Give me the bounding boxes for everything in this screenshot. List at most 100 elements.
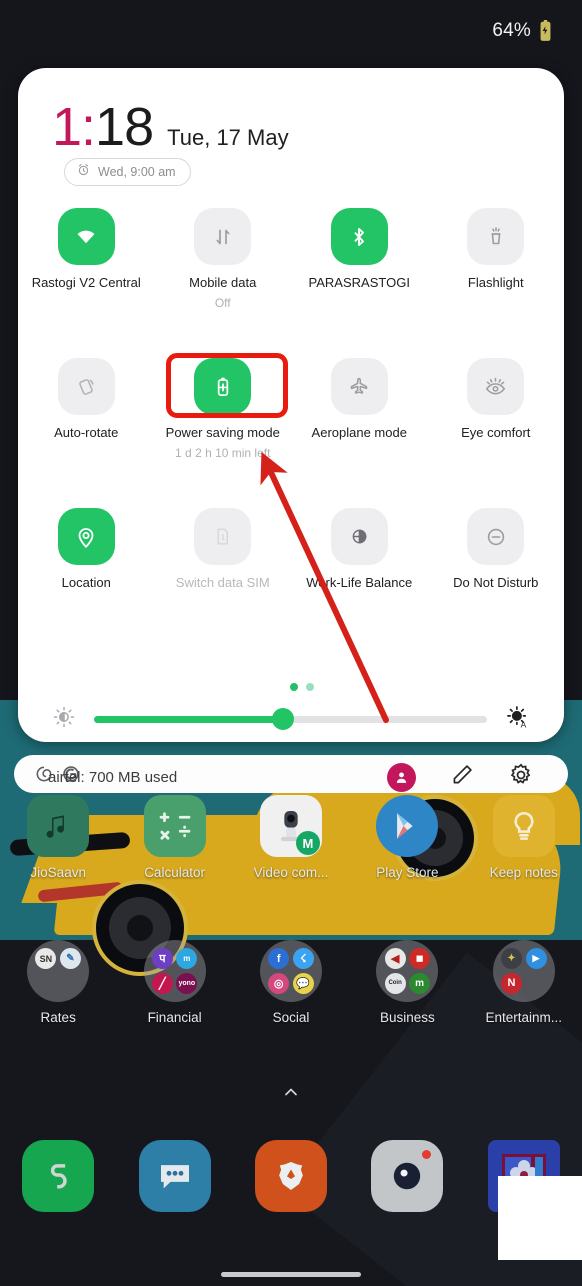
tile-label: Rastogi V2 Central	[31, 275, 141, 290]
keep-notes-icon[interactable]	[492, 795, 555, 857]
tile-label: Flashlight	[467, 275, 524, 290]
messages-icon[interactable]	[138, 1140, 211, 1212]
home-folder-entertainment[interactable]: ✦ ▶ N Entertainm...	[466, 940, 582, 1025]
tile-aeroplane-mode[interactable]: Aeroplane mode	[291, 358, 428, 460]
home-app-label: Keep notes	[489, 865, 558, 880]
quick-settings-panel: 1:18 Tue, 17 May Wed, 9:00 am Rastogi V2…	[18, 68, 565, 792]
tile-row-3: Location Switch data SIM Work-Life Balan…	[18, 508, 564, 591]
white-overlay-patch	[498, 1176, 582, 1260]
brave-browser-icon[interactable]	[254, 1140, 327, 1212]
tile-label: Aeroplane mode	[311, 425, 407, 440]
tile-flashlight[interactable]: Flashlight	[428, 208, 565, 310]
home-app-play-store[interactable]: Play Store	[349, 795, 465, 880]
settings-button[interactable]	[508, 762, 534, 793]
home-folder-label: Rates	[40, 1010, 76, 1025]
chevron-up-icon[interactable]	[276, 1082, 306, 1102]
dock-item-camera[interactable]	[349, 1140, 465, 1212]
tile-label: Location	[61, 575, 111, 590]
tile-sublabel: 1 d 2 h 10 min left	[175, 446, 271, 461]
folder-icon[interactable]: ◀ ◼ Coin m	[376, 940, 439, 1002]
home-app-video-com[interactable]: M Video com...	[233, 795, 349, 880]
brightness-auto-icon[interactable]: A	[505, 704, 530, 734]
tile-do-not-disturb[interactable]: Do Not Disturb	[428, 508, 565, 591]
folder-icon[interactable]: f ☇ ◎ 💬	[259, 940, 322, 1002]
tile-power-saving-mode[interactable]: Power saving mode 1 d 2 h 10 min left	[155, 358, 292, 460]
video-camera-icon[interactable]: M	[259, 795, 322, 857]
tile-location[interactable]: Location	[18, 508, 155, 591]
tile-parasrastogi[interactable]: PARASRASTOGI	[291, 208, 428, 310]
dock-item-phone[interactable]	[0, 1140, 116, 1212]
phone-icon[interactable]	[22, 1140, 95, 1212]
page-dot-inactive[interactable]	[306, 683, 314, 691]
tile-sublabel: Off	[214, 296, 231, 311]
battery-charging-saver-icon	[537, 19, 554, 43]
home-app-keep-notes[interactable]: Keep notes	[466, 795, 582, 880]
brightness-low-icon[interactable]	[52, 705, 76, 734]
edit-button[interactable]	[449, 762, 475, 793]
folder-icon[interactable]: ✦ ▶ N	[492, 940, 555, 1002]
tile-row-1: Rastogi V2 Central Mobile data Off PARAS…	[18, 208, 564, 310]
home-folder-social[interactable]: f ☇ ◎ 💬 Social	[233, 940, 349, 1025]
mobile-data-icon[interactable]	[194, 208, 252, 265]
qs-page-indicator[interactable]	[290, 683, 314, 691]
home-app-label: Play Store	[376, 865, 439, 880]
home-app-calculator[interactable]: Calculator	[116, 795, 232, 880]
tile-work-life-balance[interactable]: Work-Life Balance	[291, 508, 428, 591]
battery-saver-icon[interactable]	[194, 358, 252, 415]
home-folder-business[interactable]: ◀ ◼ Coin m Business	[349, 940, 465, 1025]
play-store-icon[interactable]	[376, 795, 439, 857]
auto-rotate-icon[interactable]	[57, 358, 115, 415]
dock-item-brave[interactable]	[233, 1140, 349, 1212]
flashlight-icon[interactable]	[467, 208, 525, 265]
tile-label: Eye comfort	[461, 425, 531, 440]
home-app-label: JioSaavn	[30, 865, 86, 880]
tile-label: Work-Life Balance	[306, 575, 413, 590]
qs-footer: airtel: 700 MB used	[48, 762, 534, 793]
location-pin-icon[interactable]	[57, 508, 115, 565]
qs-footer-actions	[387, 762, 534, 793]
home-folder-label: Business	[379, 1010, 435, 1025]
home-folder-financial[interactable]: प m ╱ yono Financial	[116, 940, 232, 1025]
dock	[0, 1140, 582, 1212]
home-folder-row: SN ✎ Rates प m ╱ yono Financial f ☇ ◎ 💬 …	[0, 940, 582, 1025]
tile-label: PARASRASTOGI	[308, 275, 410, 290]
folder-icon[interactable]: SN ✎	[27, 940, 90, 1002]
home-app-row: JioSaavn Calculator M Video com... Play …	[0, 795, 582, 880]
user-profile-button[interactable]	[387, 763, 416, 792]
aeroplane-icon[interactable]	[330, 358, 388, 415]
clock-time: 1:18	[52, 97, 154, 157]
alarm-chip[interactable]: Wed, 9:00 am	[64, 158, 191, 186]
home-gesture-pill[interactable]	[221, 1272, 361, 1277]
tile-mobile-data[interactable]: Mobile data Off	[155, 208, 292, 310]
camera-icon[interactable]	[371, 1140, 444, 1212]
brightness-slider-fill	[94, 715, 283, 723]
sim-card-icon[interactable]	[194, 508, 252, 565]
alarm-clock-icon	[76, 162, 91, 182]
alarm-label: Wed, 9:00 am	[98, 165, 176, 179]
calculator-icon[interactable]	[143, 795, 206, 857]
dock-item-messages[interactable]	[116, 1140, 232, 1212]
tile-eye-comfort[interactable]: Eye comfort	[428, 358, 565, 460]
bluetooth-icon[interactable]	[330, 208, 388, 265]
tile-label: Switch data SIM	[175, 575, 270, 590]
jiosaavn-icon[interactable]	[27, 795, 90, 857]
work-life-balance-icon[interactable]	[330, 508, 388, 565]
page-dot-active[interactable]	[290, 683, 298, 691]
wifi-icon[interactable]	[57, 208, 115, 265]
eye-comfort-icon[interactable]	[467, 358, 525, 415]
tile-switch-data-sim[interactable]: Switch data SIM	[155, 508, 292, 591]
home-folder-label: Entertainm...	[485, 1010, 563, 1025]
brightness-slider-knob[interactable]	[271, 708, 294, 730]
tile-auto-rotate[interactable]: Auto-rotate	[18, 358, 155, 460]
clock-minute: 18	[95, 97, 154, 157]
tile-label: Mobile data	[189, 275, 257, 290]
home-folder-rates[interactable]: SN ✎ Rates	[0, 940, 116, 1025]
home-app-jiosaavn[interactable]: JioSaavn	[0, 795, 116, 880]
tile-rastogi-v2-central[interactable]: Rastogi V2 Central	[18, 208, 155, 310]
brightness-row: A	[52, 704, 530, 734]
folder-icon[interactable]: प m ╱ yono	[143, 940, 206, 1002]
do-not-disturb-icon[interactable]	[467, 508, 525, 565]
home-app-label: Video com...	[253, 865, 329, 880]
battery-percent-label: 64%	[492, 20, 531, 41]
brightness-slider[interactable]	[94, 708, 487, 730]
